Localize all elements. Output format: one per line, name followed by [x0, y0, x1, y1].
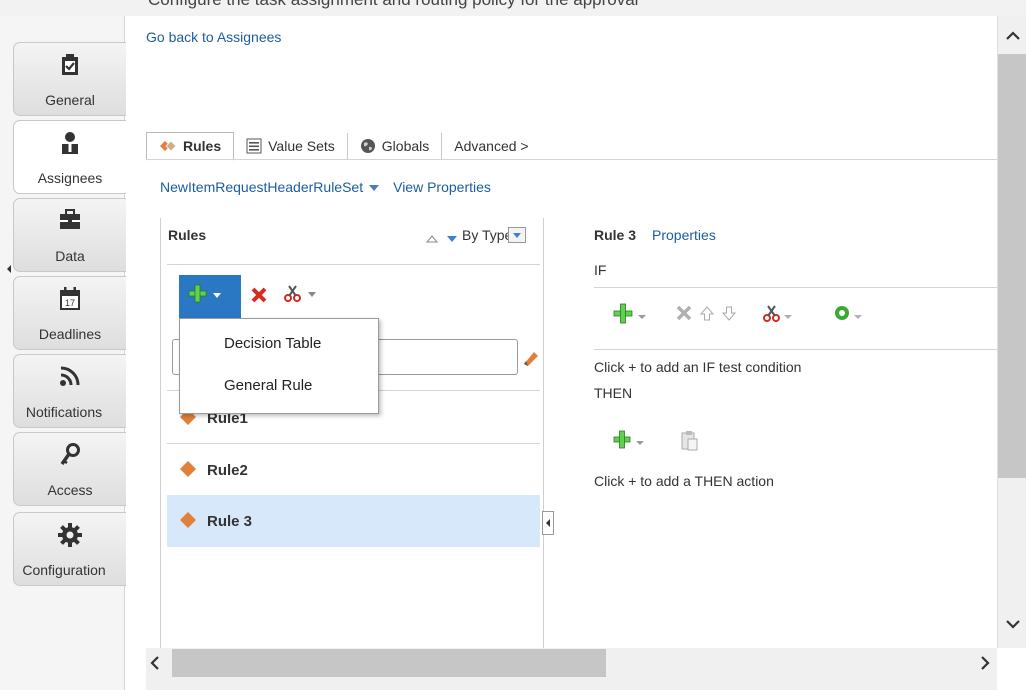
rule-row-label: Rule2 — [207, 461, 248, 479]
tab-assignees[interactable]: Assignees — [13, 120, 126, 194]
if-divider-top — [594, 287, 997, 288]
move-down-icon[interactable] — [721, 306, 737, 321]
horizontal-scroll-thumb[interactable] — [172, 649, 606, 677]
rule-properties-link[interactable]: Properties — [652, 227, 716, 243]
rule-row-label: Rule 3 — [207, 512, 253, 530]
scroll-left-icon[interactable] — [150, 656, 160, 673]
globe-icon — [360, 139, 375, 153]
menu-item-decision-table[interactable]: Decision Table — [180, 327, 378, 361]
view-properties-link[interactable]: View Properties — [393, 179, 491, 195]
clear-eraser-icon[interactable] — [520, 347, 540, 370]
key-icon — [14, 443, 126, 470]
tab-assignees-label: Assignees — [37, 170, 103, 186]
add-action-icon[interactable] — [613, 430, 644, 449]
sort-ascending-icon[interactable] — [425, 231, 439, 247]
settings-gear-icon[interactable] — [835, 306, 862, 320]
rule-row-3[interactable]: Rule 3 — [167, 495, 540, 547]
if-hint: Click + to add an IF test condition — [594, 359, 802, 375]
clipboard-check-icon — [14, 53, 126, 80]
tab-globals[interactable]: Globals — [348, 133, 443, 159]
menu-item-general-rule[interactable]: General Rule — [180, 369, 378, 403]
tab-advanced[interactable]: Advanced > — [442, 133, 540, 159]
briefcase-icon — [14, 209, 126, 234]
tab-access[interactable]: Access — [13, 432, 126, 506]
user-icon — [14, 131, 126, 158]
rule-icon — [179, 460, 197, 481]
add-condition-icon[interactable] — [613, 303, 646, 324]
list-icon — [246, 138, 262, 154]
horizontal-scrollbar[interactable] — [146, 648, 997, 690]
if-toolbar — [612, 303, 912, 330]
vertical-scrollbar[interactable] — [997, 16, 1026, 648]
pane-grip[interactable] — [6, 262, 12, 274]
tab-notifications[interactable]: Notifications — [13, 354, 126, 428]
rule-icon — [179, 511, 197, 532]
tab-general-label: General — [45, 92, 95, 108]
sort-descending-icon[interactable] — [446, 231, 458, 247]
sort-by-label: By Type — [462, 227, 513, 243]
back-to-assignees-link[interactable]: Go back to Assignees — [146, 29, 281, 45]
add-rule-button[interactable] — [179, 275, 241, 319]
cut-icon[interactable] — [284, 285, 320, 306]
rule-detail-header: Rule 3 Properties — [594, 227, 716, 243]
move-up-icon[interactable] — [699, 306, 715, 321]
splitter-collapse-handle[interactable] — [542, 511, 554, 535]
vertical-tab-pane — [0, 16, 125, 690]
rules-panel-title: Rules — [168, 227, 207, 243]
calendar-icon: 17 — [14, 287, 126, 314]
tab-configuration-label: Configuration — [22, 562, 106, 578]
tab-bar-divider — [146, 159, 997, 160]
rule-detail-title: Rule 3 — [594, 227, 637, 243]
tab-data-label: Data — [55, 248, 85, 264]
if-label: IF — [594, 262, 607, 278]
then-toolbar — [612, 430, 722, 455]
scroll-down-icon[interactable] — [1006, 616, 1020, 632]
tab-data[interactable]: Data — [13, 198, 126, 272]
then-hint: Click + to add a THEN action — [594, 473, 774, 489]
ruleset-dropdown-icon[interactable] — [369, 179, 380, 195]
sort-dropdown-button[interactable] — [508, 227, 526, 243]
delete-rule-icon[interactable] — [251, 287, 267, 306]
tab-notifications-label: Notifications — [25, 404, 103, 420]
cut-condition-icon[interactable] — [763, 305, 792, 322]
ruleset-name[interactable]: NewItemRequestHeaderRuleSet — [160, 179, 363, 195]
tab-rules[interactable]: Rules — [146, 131, 235, 161]
ruleset-bar: NewItemRequestHeaderRuleSet View Propert… — [160, 179, 491, 195]
rules-tab-bar: Rules Value Sets Globals Advanced > — [146, 131, 541, 161]
tab-deadlines-label: Deadlines — [38, 326, 102, 342]
svg-text:17: 17 — [65, 298, 75, 308]
rules-icon — [160, 139, 177, 152]
if-divider-bottom — [594, 349, 997, 350]
rule-row-2[interactable]: Rule2 — [167, 444, 540, 496]
scroll-right-icon[interactable] — [980, 656, 990, 673]
top-strip: Configure the task assignment and routin… — [0, 0, 1026, 16]
tab-value-sets[interactable]: Value Sets — [234, 133, 348, 159]
add-icon — [188, 284, 207, 303]
add-rule-menu: Decision Table General Rule — [179, 318, 379, 414]
scroll-up-icon[interactable] — [1006, 28, 1020, 44]
paste-icon[interactable] — [681, 431, 698, 451]
tab-deadlines[interactable]: 17 Deadlines — [13, 276, 126, 350]
tab-general[interactable]: General — [13, 42, 126, 116]
gear-icon — [14, 523, 126, 550]
rss-icon — [14, 365, 126, 390]
tab-access-label: Access — [47, 482, 93, 498]
then-label: THEN — [594, 385, 633, 401]
panel-header-divider — [167, 264, 540, 265]
vertical-scroll-thumb[interactable] — [998, 54, 1026, 478]
delete-condition-icon[interactable] — [676, 305, 692, 321]
page-description: Configure the task assignment and routin… — [148, 0, 638, 10]
tab-configuration[interactable]: Configuration — [13, 512, 126, 586]
